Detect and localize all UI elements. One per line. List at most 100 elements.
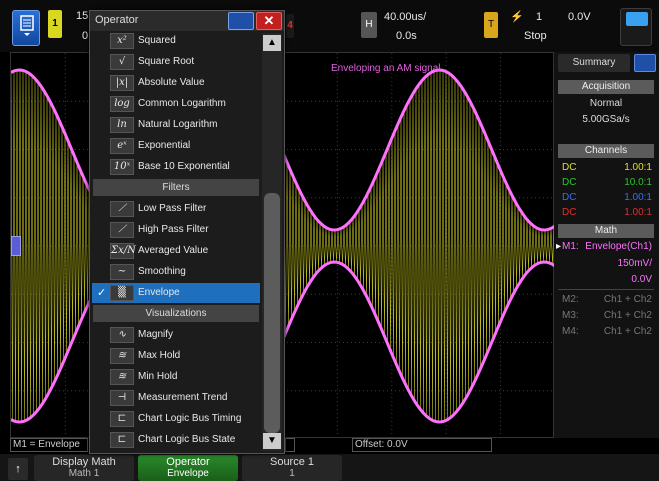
menu-item-min-hold[interactable]: ≋ Min Hold xyxy=(92,367,260,387)
tab-summary[interactable]: Summary xyxy=(558,54,630,72)
math-m4-name: M4: xyxy=(562,326,579,337)
channel-1-tag[interactable]: 1 xyxy=(48,10,62,38)
menu-item-label: High Pass Filter xyxy=(138,224,209,235)
menu-item-label: Exponential xyxy=(138,140,191,151)
math-header: Math xyxy=(558,224,654,238)
menu-item-envelope[interactable]: ✓ ▒ Envelope xyxy=(92,283,260,303)
channel-probe-ratio: 1.00:1 xyxy=(624,162,652,173)
acquisition-rate: 5.00GSa/s xyxy=(582,114,630,125)
menu-item-chart-logic-bus-state[interactable]: ⊏ Chart Logic Bus State xyxy=(92,430,260,450)
smoothing-icon: ∼ xyxy=(110,264,134,280)
menu-item-chart-logic-bus-timing[interactable]: ⊏ Chart Logic Bus Timing xyxy=(92,409,260,429)
checkmark-icon: ✓ xyxy=(97,287,107,299)
menu-item-measurement-trend[interactable]: ⊣ Measurement Trend xyxy=(92,388,260,408)
menu-item-label: Magnify xyxy=(138,329,174,340)
ch1-scale: 15 xyxy=(76,10,89,22)
menu-list-icon[interactable] xyxy=(228,12,254,30)
menu-header: Operator ✕ xyxy=(90,11,284,31)
chart-logic-bus-state-icon: ⊏ xyxy=(110,432,134,448)
magnify-icon: ∿ xyxy=(110,327,134,343)
menu-item-label: Natural Logarithm xyxy=(138,119,218,130)
menu-title: Operator xyxy=(95,14,139,26)
pointer-icon: ▸ xyxy=(556,241,562,252)
display-math-label: Display Math xyxy=(52,456,116,468)
ch1-offset: 0 xyxy=(82,30,89,42)
channel-probe-ratio: 1.00:1 xyxy=(624,207,652,218)
menu-item-square-root[interactable]: √ Square Root xyxy=(92,52,260,72)
scroll-thumb[interactable] xyxy=(264,193,280,433)
channel-coupling: DC xyxy=(562,192,577,203)
channel-probe-ratio: 10.0:1 xyxy=(624,177,652,188)
menu-item-label: Min Hold xyxy=(138,371,178,382)
menu-item-label: Base 10 Exponential xyxy=(138,161,230,172)
status-separator xyxy=(285,438,295,452)
trigger-level: 0.0V xyxy=(568,11,591,23)
trigger-source: 1 xyxy=(536,11,543,23)
operator-softkey[interactable]: Operator Envelope xyxy=(138,455,238,481)
menu-item-low-pass-filter[interactable]: ⟋ Low Pass Filter xyxy=(92,199,260,219)
measurement-trend-icon: ⊣ xyxy=(110,390,134,406)
menu-item-natural-logarithm[interactable]: ln Natural Logarithm xyxy=(92,115,260,135)
acquisition-header: Acquisition xyxy=(558,80,654,94)
math-m1-offset: 0.0V xyxy=(631,274,652,285)
absolute-value-icon: |x| xyxy=(110,75,134,91)
envelope-icon: ▒ xyxy=(110,285,134,301)
chart-logic-bus-timing-icon: ⊏ xyxy=(110,411,134,427)
menu-item-magnify[interactable]: ∿ Magnify xyxy=(92,325,260,345)
menu-item-label: Squared xyxy=(138,35,176,46)
panel-menu-icon[interactable] xyxy=(634,54,656,72)
operator-menu[interactable]: Operator ✕ x² Squared √ Square Root |x| Absol… xyxy=(89,10,285,454)
math-m4-expr: Ch1 + Ch2 xyxy=(603,326,652,337)
source-value: 1 xyxy=(289,468,295,479)
menu-item-averaged-value[interactable]: Σx/N Averaged Value xyxy=(92,241,260,261)
menu-item-high-pass-filter[interactable]: ⟋ High Pass Filter xyxy=(92,220,260,240)
scroll-down-icon[interactable]: ▼ xyxy=(263,433,281,449)
math-offset: Offset: 0.0V xyxy=(352,438,492,452)
back-button[interactable]: ↑ xyxy=(8,458,28,480)
menu-item-squared[interactable]: x² Squared xyxy=(92,31,260,51)
math-m1-name: M1: xyxy=(562,241,579,252)
math-m2-expr: Ch1 + Ch2 xyxy=(603,294,652,305)
operator-label: Operator xyxy=(166,456,210,468)
menu-item-absolute-value[interactable]: |x| Absolute Value xyxy=(92,73,260,93)
math-function-label: M1 = Envelope xyxy=(10,438,88,452)
menu-scrollbar[interactable]: ▲ ▼ xyxy=(262,33,282,451)
scope-annotation: Enveloping an AM signal xyxy=(331,63,441,74)
menu-item-base-10-exponential[interactable]: 10ˣ Base 10 Exponential xyxy=(92,157,260,177)
menu-item-exponential[interactable]: eˣ Exponential xyxy=(92,136,260,156)
math-m1-scale: 150mV/ xyxy=(617,258,652,269)
high-pass-filter-icon: ⟋ xyxy=(110,222,134,238)
math-m3-expr: Ch1 + Ch2 xyxy=(603,310,652,321)
max-hold-icon: ≋ xyxy=(110,348,134,364)
channel-4-tag[interactable]: 4 xyxy=(286,14,294,38)
low-pass-filter-icon: ⟋ xyxy=(110,201,134,217)
channel-coupling: DC xyxy=(562,207,577,218)
display-math-value: Math 1 xyxy=(68,468,100,479)
quick-action-button[interactable] xyxy=(620,8,652,46)
menu-item-common-logarithm[interactable]: log Common Logarithm xyxy=(92,94,260,114)
averaged-value-icon: Σx/N xyxy=(110,243,136,259)
close-button[interactable]: ✕ xyxy=(256,12,282,30)
math-m2-name: M2: xyxy=(562,294,579,305)
display-math-softkey[interactable]: Display Math Math 1 xyxy=(34,455,134,481)
menu-item-label: Max Hold xyxy=(138,350,181,361)
source-label: Source 1 xyxy=(269,456,315,468)
softkey-bar: ↑ Display Math Math 1 Operator Envelope … xyxy=(0,454,659,481)
menu-item-smoothing[interactable]: ∼ Smoothing xyxy=(92,262,260,282)
menu-icon xyxy=(20,15,34,36)
square-root-icon: √ xyxy=(110,54,134,70)
trigger-tag[interactable]: T xyxy=(484,12,498,38)
main-menu-button[interactable] xyxy=(12,10,40,46)
menu-item-max-hold[interactable]: ≋ Max Hold xyxy=(92,346,260,366)
math-m1-expr: Envelope(Ch1) xyxy=(585,241,652,252)
menu-item-label: Common Logarithm xyxy=(138,98,226,109)
log-icon: log xyxy=(110,96,134,112)
scroll-up-icon[interactable]: ▲ xyxy=(263,35,281,51)
timebase-value: 40.00us/ xyxy=(384,11,427,23)
menu-item-label: Chart Logic Bus Timing xyxy=(138,413,242,424)
horizontal-tag[interactable]: H xyxy=(361,12,377,38)
menu-item-label: Square Root xyxy=(138,56,195,67)
math-ground-marker[interactable] xyxy=(11,236,21,256)
summary-panel: Summary Acquisition Normal 5.00GSa/s Cha… xyxy=(554,52,659,438)
source-softkey[interactable]: Source 1 1 xyxy=(242,455,342,481)
